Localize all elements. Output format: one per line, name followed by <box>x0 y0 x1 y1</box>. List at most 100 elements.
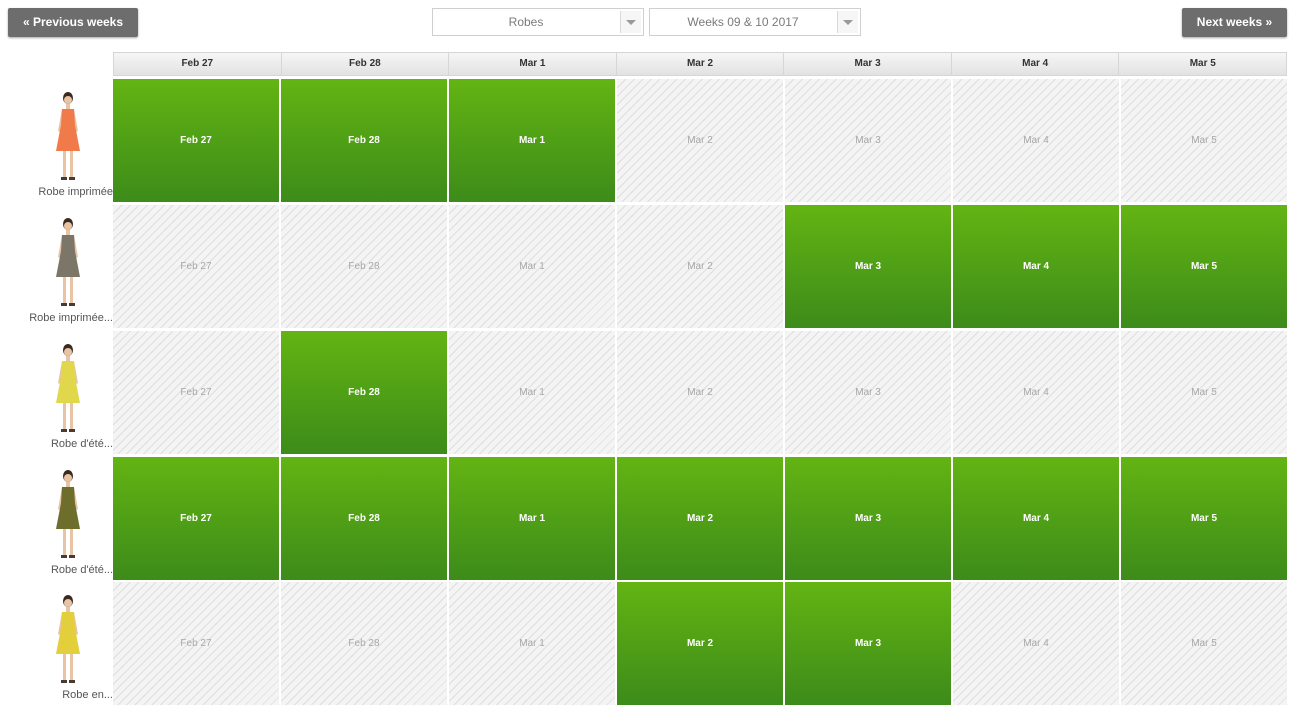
unavailable-day-cell[interactable]: Mar 4 <box>953 331 1121 454</box>
unavailable-day-cell[interactable]: Feb 28 <box>281 582 449 705</box>
product-thumbnail[interactable] <box>44 341 92 437</box>
available-day-cell[interactable]: Feb 28 <box>281 79 449 202</box>
available-day-cell[interactable]: Feb 27 <box>113 457 281 580</box>
unavailable-day-cell[interactable]: Mar 2 <box>617 205 785 328</box>
available-day-cell[interactable]: Mar 2 <box>617 457 785 580</box>
day-cell-label: Mar 3 <box>855 387 881 398</box>
unavailable-day-cell[interactable]: Mar 2 <box>617 79 785 202</box>
day-cells: Feb 27 Feb 28 Mar 1 Mar 2 Mar 3 Mar 4 Mar 5 <box>113 79 1287 202</box>
available-day-cell[interactable]: Mar 1 <box>449 79 617 202</box>
day-cell-label: Mar 2 <box>687 387 713 398</box>
product-info: Robe en... <box>0 582 113 705</box>
product-info: Robe d'été... <box>0 331 113 454</box>
unavailable-day-cell[interactable]: Mar 4 <box>953 79 1121 202</box>
product-name[interactable]: Robe imprimée <box>0 186 113 198</box>
product-row: Robe imprimée Feb 27 Feb 28 Mar 1 Mar 2 Mar 3… <box>0 79 1290 202</box>
day-header: Mar 5 <box>1118 52 1288 76</box>
next-weeks-button[interactable]: Next weeks » <box>1182 8 1287 37</box>
available-day-cell[interactable]: Mar 4 <box>953 205 1121 328</box>
product-info: Robe d'été... <box>0 457 113 580</box>
product-name[interactable]: Robe d'été... <box>0 564 113 576</box>
unavailable-day-cell[interactable]: Mar 5 <box>1121 79 1287 202</box>
day-cell-label: Mar 1 <box>518 135 546 146</box>
product-info: Robe imprimée... <box>0 205 113 328</box>
day-cell-label: Mar 4 <box>1023 638 1049 649</box>
category-select[interactable]: Robes <box>432 8 644 36</box>
product-thumbnail[interactable] <box>44 592 92 688</box>
day-cell-label: Mar 3 <box>854 638 882 649</box>
day-cell-label: Mar 2 <box>686 513 714 524</box>
unavailable-day-cell[interactable]: Mar 1 <box>449 331 617 454</box>
product-thumbnail[interactable] <box>44 467 92 563</box>
product-name[interactable]: Robe d'été... <box>0 438 113 450</box>
weeks-select-value: Weeks 09 & 10 2017 <box>687 15 799 29</box>
day-cell-label: Mar 4 <box>1022 513 1050 524</box>
day-cell-label: Feb 27 <box>180 135 212 146</box>
unavailable-day-cell[interactable]: Mar 4 <box>953 582 1121 705</box>
day-cell-label: Mar 4 <box>1022 261 1050 272</box>
product-row: Robe en... Feb 27 Feb 28 Mar 1 Mar 2 Mar 3 Mar… <box>0 582 1290 705</box>
unavailable-day-cell[interactable]: Mar 3 <box>785 79 953 202</box>
unavailable-day-cell[interactable]: Mar 1 <box>449 205 617 328</box>
available-day-cell[interactable]: Mar 1 <box>449 457 617 580</box>
weeks-select[interactable]: Weeks 09 & 10 2017 <box>649 8 861 36</box>
day-header: Mar 4 <box>950 52 1119 76</box>
unavailable-day-cell[interactable]: Mar 5 <box>1121 582 1287 705</box>
product-thumbnail[interactable] <box>44 215 92 311</box>
day-cell-label: Feb 27 <box>180 387 212 398</box>
available-day-cell[interactable]: Mar 5 <box>1121 205 1287 328</box>
unavailable-day-cell[interactable]: Mar 1 <box>449 582 617 705</box>
unavailable-day-cell[interactable]: Feb 27 <box>113 205 281 328</box>
available-day-cell[interactable]: Mar 5 <box>1121 457 1287 580</box>
available-day-cell[interactable]: Mar 3 <box>785 457 953 580</box>
day-cell-label: Feb 28 <box>348 261 380 272</box>
day-header-row: Feb 27 Feb 28 Mar 1 Mar 2 Mar 3 Mar 4 Ma… <box>113 52 1288 76</box>
unavailable-day-cell[interactable]: Feb 28 <box>281 205 449 328</box>
day-cell-label: Mar 5 <box>1190 513 1218 524</box>
available-day-cell[interactable]: Feb 27 <box>113 79 281 202</box>
product-name[interactable]: Robe imprimée... <box>0 312 113 324</box>
day-cell-label: Mar 1 <box>519 387 545 398</box>
available-day-cell[interactable]: Mar 3 <box>785 205 953 328</box>
chevron-down-icon[interactable] <box>620 11 641 33</box>
day-cells: Feb 27 Feb 28 Mar 1 Mar 2 Mar 3 Mar 4 Mar 5 <box>113 457 1287 580</box>
day-cell-label: Mar 2 <box>687 261 713 272</box>
day-cell-label: Mar 2 <box>687 135 713 146</box>
product-row: Robe d'été... Feb 27 Feb 28 Mar 1 Mar 2 Mar 3… <box>0 457 1290 580</box>
unavailable-day-cell[interactable]: Mar 5 <box>1121 331 1287 454</box>
available-day-cell[interactable]: Mar 3 <box>785 582 953 705</box>
day-cell-label: Feb 27 <box>180 513 212 524</box>
chevron-down-icon[interactable] <box>837 11 858 33</box>
day-cell-label: Feb 27 <box>180 261 212 272</box>
day-cell-label: Mar 5 <box>1191 135 1217 146</box>
available-day-cell[interactable]: Mar 2 <box>617 582 785 705</box>
unavailable-day-cell[interactable]: Mar 3 <box>785 331 953 454</box>
day-header: Mar 2 <box>615 52 784 76</box>
unavailable-day-cell[interactable]: Feb 27 <box>113 331 281 454</box>
day-cell-label: Mar 5 <box>1190 261 1218 272</box>
day-cell-label: Mar 3 <box>854 513 882 524</box>
day-cells: Feb 27 Feb 28 Mar 1 Mar 2 Mar 3 Mar 4 Mar 5 <box>113 331 1287 454</box>
day-cell-label: Mar 2 <box>686 638 714 649</box>
day-cell-label: Feb 28 <box>348 387 380 398</box>
available-day-cell[interactable]: Feb 28 <box>281 331 449 454</box>
day-header: Feb 28 <box>280 52 449 76</box>
available-day-cell[interactable]: Feb 28 <box>281 457 449 580</box>
day-cell-label: Mar 1 <box>519 638 545 649</box>
day-cell-label: Mar 1 <box>519 261 545 272</box>
product-thumbnail[interactable] <box>44 89 92 185</box>
day-header: Feb 27 <box>113 52 281 76</box>
day-cell-label: Mar 5 <box>1191 638 1217 649</box>
day-cell-label: Mar 5 <box>1191 387 1217 398</box>
day-cell-label: Mar 1 <box>518 513 546 524</box>
unavailable-day-cell[interactable]: Mar 2 <box>617 331 785 454</box>
day-cell-label: Feb 27 <box>180 638 212 649</box>
product-name[interactable]: Robe en... <box>0 689 113 701</box>
previous-weeks-button[interactable]: « Previous weeks <box>8 8 138 37</box>
day-cell-label: Feb 28 <box>348 638 380 649</box>
day-cell-label: Mar 4 <box>1023 135 1049 146</box>
available-day-cell[interactable]: Mar 4 <box>953 457 1121 580</box>
unavailable-day-cell[interactable]: Feb 27 <box>113 582 281 705</box>
product-info: Robe imprimée <box>0 79 113 202</box>
day-cells: Feb 27 Feb 28 Mar 1 Mar 2 Mar 3 Mar 4 Mar 5 <box>113 582 1287 705</box>
